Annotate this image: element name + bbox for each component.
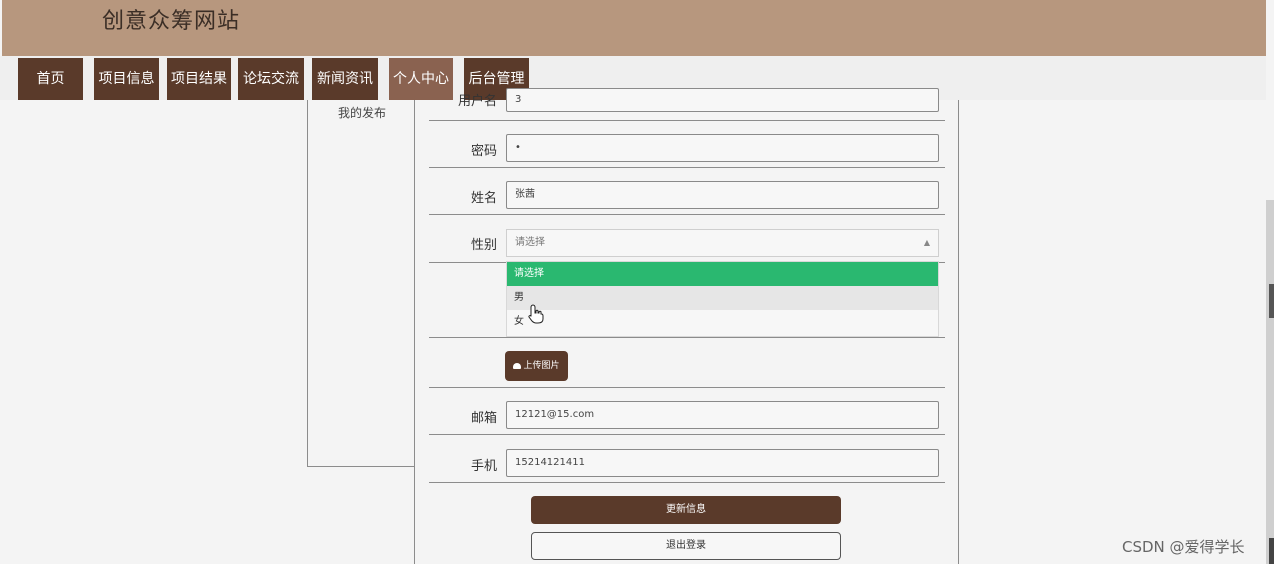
row-divider [429, 120, 945, 121]
name-label: 姓名 [470, 191, 497, 206]
nav-item-projects[interactable]: 项目信息 [94, 58, 159, 100]
gender-select-value: 请选择 [515, 237, 545, 248]
scrollbar-thumb[interactable] [1269, 538, 1274, 564]
phone-label: 手机 [470, 459, 497, 474]
scrollbar-thumb[interactable] [1269, 284, 1274, 318]
email-field[interactable]: 12121@15.com [506, 401, 939, 429]
caret-up-icon: ▲ [923, 238, 930, 247]
username-field[interactable]: 3 [506, 88, 939, 112]
upload-image-button[interactable]: 上传图片 [505, 351, 568, 381]
row-divider [429, 482, 945, 483]
logout-button[interactable]: 退出登录 [531, 532, 841, 560]
password-label: 密码 [470, 144, 497, 159]
email-label: 邮箱 [470, 411, 497, 426]
cloud-upload-icon [513, 362, 522, 369]
watermark: CSDN @爱得学长 [1122, 538, 1245, 556]
sidebar-item-my-posts[interactable]: 我的发布 [338, 104, 386, 121]
site-title: 创意众筹网站 [102, 9, 241, 34]
upload-button-label: 上传图片 [523, 361, 560, 371]
nav-item-forum[interactable]: 论坛交流 [238, 58, 304, 100]
page: 创意众筹网站 首页 项目信息 项目结果 论坛交流 新闻资讯 个人中心 后台管理 … [0, 0, 1274, 564]
row-divider [429, 434, 945, 435]
row-divider [429, 167, 945, 168]
gender-label: 性别 [470, 238, 497, 253]
nav-item-home[interactable]: 首页 [18, 58, 83, 100]
row-divider [429, 214, 945, 215]
row-divider [429, 387, 945, 388]
gender-option[interactable]: 请选择 [507, 262, 938, 286]
site-header: 创意众筹网站 [2, 0, 1266, 56]
scrollbar-track[interactable] [1266, 200, 1274, 564]
hand-pointer-icon [528, 304, 544, 324]
row-divider [429, 337, 945, 338]
username-label: 用户名 [457, 94, 497, 109]
update-info-button[interactable]: 更新信息 [531, 496, 841, 524]
gender-dropdown: 请选择 男 女 [506, 261, 939, 337]
gender-select[interactable]: 请选择 ▲ [506, 229, 939, 257]
sidebar: 我的发布 [307, 100, 415, 467]
nav-item-news[interactable]: 新闻资讯 [312, 58, 378, 100]
gender-option[interactable]: 男 [507, 286, 938, 310]
nav-item-results[interactable]: 项目结果 [167, 58, 231, 100]
password-field[interactable]: • [506, 134, 939, 162]
name-field[interactable]: 张茜 [506, 181, 939, 209]
gender-option[interactable]: 女 [507, 310, 938, 334]
phone-field[interactable]: 15214121411 [506, 449, 939, 477]
